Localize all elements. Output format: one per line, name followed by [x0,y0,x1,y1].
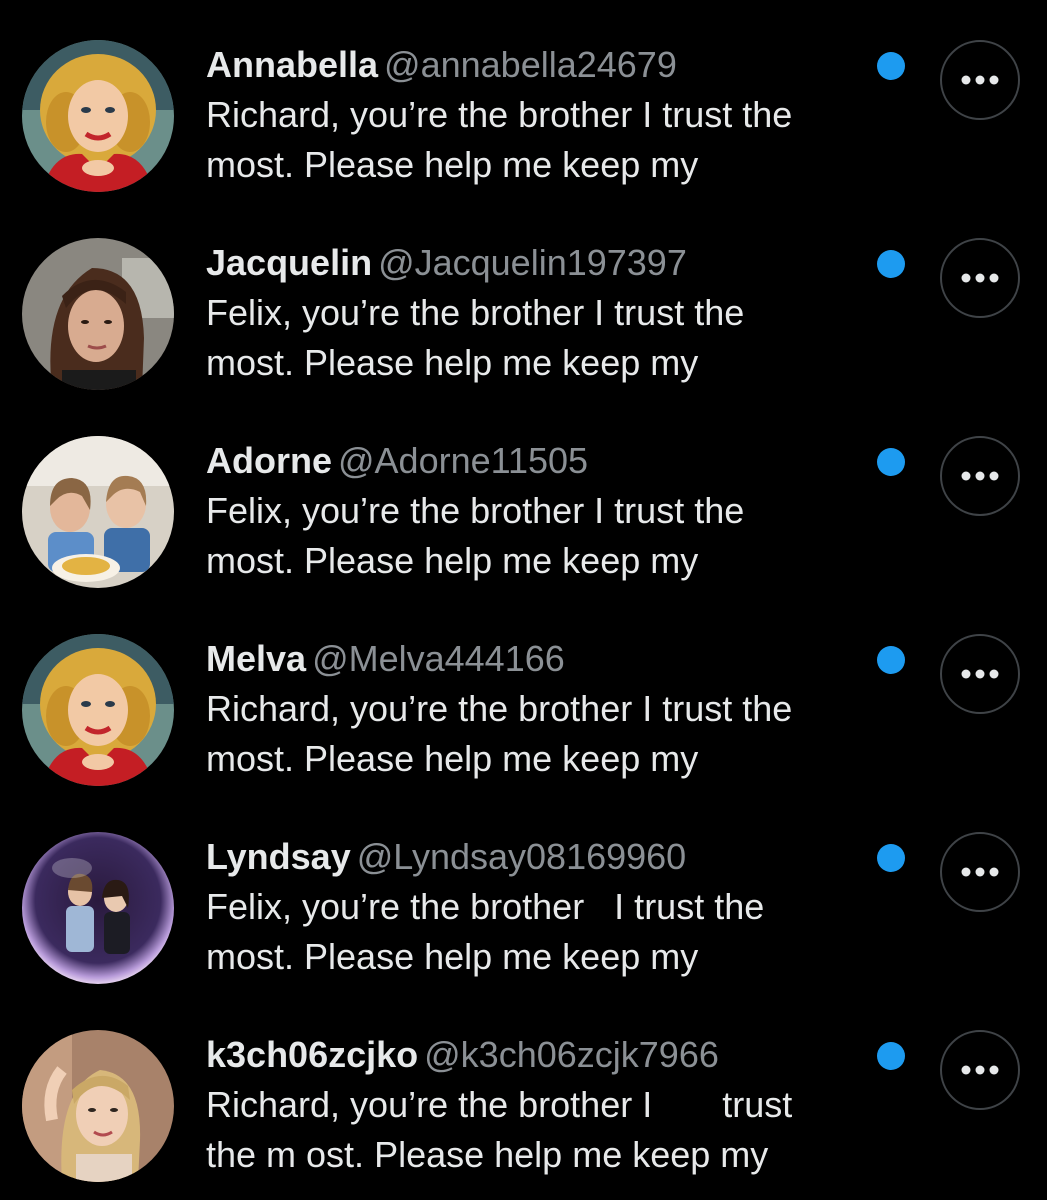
unread-dot [877,52,905,80]
sender-handle: @annabella24679 [384,44,677,85]
message-item[interactable]: Jacquelin @Jacquelin197397 Felix, you’re … [0,198,1047,396]
cartoon-blonde-avatar[interactable] [22,634,174,786]
message-content: Lyndsay @Lyndsay08169960 Felix, you’re th… [206,832,906,982]
message-preview: Richard, you’re the brother I trust the … [206,1084,793,1175]
message-header: Melva @Melva444166 [206,634,906,684]
message-header: Lyndsay @Lyndsay08169960 [206,832,906,882]
unread-dot [877,1042,905,1070]
more-options-button[interactable] [940,436,1020,516]
message-header: k3ch06zcjko @k3ch06zcjk7966 [206,1030,906,1080]
sender-handle: @Lyndsay08169960 [356,836,687,877]
sender-name[interactable]: k3ch06zcjko [206,1034,418,1075]
two-girls-photo-avatar[interactable] [22,436,174,588]
unread-dot [877,646,905,674]
message-item[interactable]: Lyndsay @Lyndsay08169960 Felix, you’re th… [0,792,1047,990]
unread-dot [877,448,905,476]
message-content: Adorne @Adorne11505 Felix, you’re the bro… [206,436,906,586]
message-header: Jacquelin @Jacquelin197397 [206,238,906,288]
message-preview: Felix, you’re the brother I trust the mo… [206,886,765,977]
sender-name[interactable]: Lyndsay [206,836,351,877]
more-options-button[interactable] [940,1030,1020,1110]
more-options-button[interactable] [940,238,1020,318]
more-options-button[interactable] [940,40,1020,120]
message-item[interactable]: k3ch06zcjko @k3ch06zcjk7966 Richard, you’… [0,990,1047,1188]
bubble-couple-photo-avatar[interactable] [22,832,174,984]
message-item[interactable]: Adorne @Adorne11505 Felix, you’re the bro… [0,396,1047,594]
ellipsis-icon [960,1064,1000,1076]
sender-handle: @Melva444166 [312,638,565,679]
message-header: Annabella @annabella24679 [206,40,906,90]
sender-name[interactable]: Annabella [206,44,378,85]
ellipsis-icon [960,272,1000,284]
more-options-button[interactable] [940,832,1020,912]
sender-name[interactable]: Adorne [206,440,332,481]
message-content: Melva @Melva444166 Richard, you’re the br… [206,634,906,784]
blonde-woman-photo-avatar[interactable] [22,1030,174,1182]
sender-handle: @Adorne11505 [338,440,589,481]
sender-handle: @k3ch06zcjk7966 [424,1034,719,1075]
ellipsis-icon [960,74,1000,86]
ellipsis-icon [960,668,1000,680]
sender-name[interactable]: Jacquelin [206,242,372,283]
message-content: k3ch06zcjko @k3ch06zcjk7966 Richard, you’… [206,1030,906,1180]
ellipsis-icon [960,866,1000,878]
message-request-list: Annabella @annabella24679 Richard, you’re… [0,0,1047,1200]
message-item[interactable]: Annabella @annabella24679 Richard, you’re… [0,0,1047,198]
unread-dot [877,250,905,278]
message-item[interactable]: Melva @Melva444166 Richard, you’re the br… [0,594,1047,792]
message-content: Jacquelin @Jacquelin197397 Felix, you’re … [206,238,906,388]
message-preview: Felix, you’re the brother I trust the mo… [206,490,745,581]
sender-handle: @Jacquelin197397 [378,242,687,283]
message-preview: Felix, you’re the brother I trust the mo… [206,292,745,383]
more-options-button[interactable] [940,634,1020,714]
message-preview: Richard, you’re the brother I trust the … [206,94,793,185]
cartoon-blonde-avatar[interactable] [22,40,174,192]
ellipsis-icon [960,470,1000,482]
unread-dot [877,844,905,872]
message-preview: Richard, you’re the brother I trust the … [206,688,793,779]
brunette-woman-photo-avatar[interactable] [22,238,174,390]
sender-name[interactable]: Melva [206,638,306,679]
message-content: Annabella @annabella24679 Richard, you’re… [206,40,906,190]
message-header: Adorne @Adorne11505 [206,436,906,486]
